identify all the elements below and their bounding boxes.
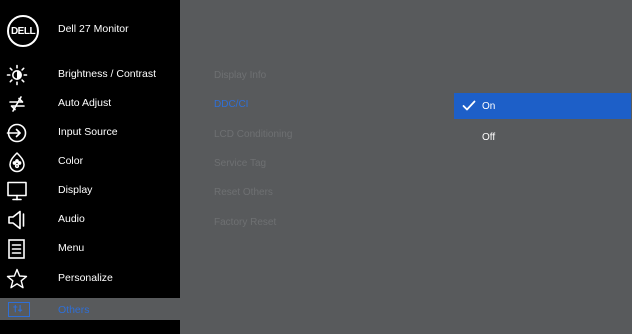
sidebar-item-label: Audio bbox=[58, 213, 85, 225]
sidebar: DELL Dell 27 Monitor Brightness / Contra… bbox=[0, 0, 180, 334]
submenu-item-service-tag[interactable]: Service Tag bbox=[214, 158, 434, 169]
checkmark-icon bbox=[462, 100, 476, 112]
sidebar-item-auto-adjust[interactable]: Auto Adjust bbox=[0, 89, 180, 118]
sidebar-item-brightness-contrast[interactable]: Brightness / Contrast bbox=[0, 60, 180, 89]
auto-adjust-icon bbox=[6, 93, 28, 115]
monitor-osd: DELL Dell 27 Monitor Brightness / Contra… bbox=[0, 0, 632, 334]
sidebar-item-label: Menu bbox=[58, 242, 85, 254]
input-source-icon bbox=[6, 122, 28, 144]
monitor-name: Dell 27 Monitor bbox=[58, 23, 129, 35]
sidebar-item-label: Others bbox=[58, 304, 90, 316]
sidebar-item-audio[interactable]: Audio bbox=[0, 205, 180, 234]
option-on[interactable]: On bbox=[454, 93, 631, 119]
sidebar-item-personalize[interactable]: Personalize bbox=[0, 264, 180, 293]
sidebar-item-label: Input Source bbox=[58, 126, 118, 138]
menu-icon bbox=[6, 238, 28, 260]
others-icon bbox=[8, 302, 30, 317]
color-icon bbox=[6, 151, 28, 173]
sidebar-item-label: Color bbox=[58, 155, 84, 167]
sidebar-item-label: Display bbox=[58, 184, 93, 196]
sidebar-item-input-source[interactable]: Input Source bbox=[0, 118, 180, 147]
submenu-item-ddc-ci[interactable]: DDC/CI bbox=[214, 99, 434, 110]
sidebar-item-others[interactable]: Others bbox=[0, 298, 180, 320]
sidebar-item-label: Brightness / Contrast bbox=[58, 68, 157, 80]
audio-icon bbox=[6, 209, 28, 231]
osd-header: DELL Dell 27 Monitor bbox=[0, 10, 180, 60]
star-icon bbox=[6, 268, 28, 290]
sidebar-item-color[interactable]: Color bbox=[0, 147, 180, 176]
submenu-item-factory-reset[interactable]: Factory Reset bbox=[214, 217, 434, 228]
display-icon bbox=[6, 180, 28, 202]
sidebar-item-display[interactable]: Display bbox=[0, 176, 180, 205]
option-off[interactable]: Off bbox=[454, 124, 631, 150]
dell-logo: DELL bbox=[7, 15, 39, 47]
submenu-item-lcd-conditioning[interactable]: LCD Conditioning bbox=[214, 129, 434, 140]
option-label: Off bbox=[482, 132, 496, 143]
sidebar-item-menu[interactable]: Menu bbox=[0, 234, 180, 263]
submenu-item-reset-others[interactable]: Reset Others bbox=[214, 187, 434, 198]
brightness-icon bbox=[6, 64, 28, 86]
sidebar-item-label: Auto Adjust bbox=[58, 97, 112, 109]
sidebar-item-label: Personalize bbox=[58, 272, 113, 284]
option-label: On bbox=[482, 101, 496, 112]
submenu-item-display-info[interactable]: Display Info bbox=[214, 70, 434, 81]
